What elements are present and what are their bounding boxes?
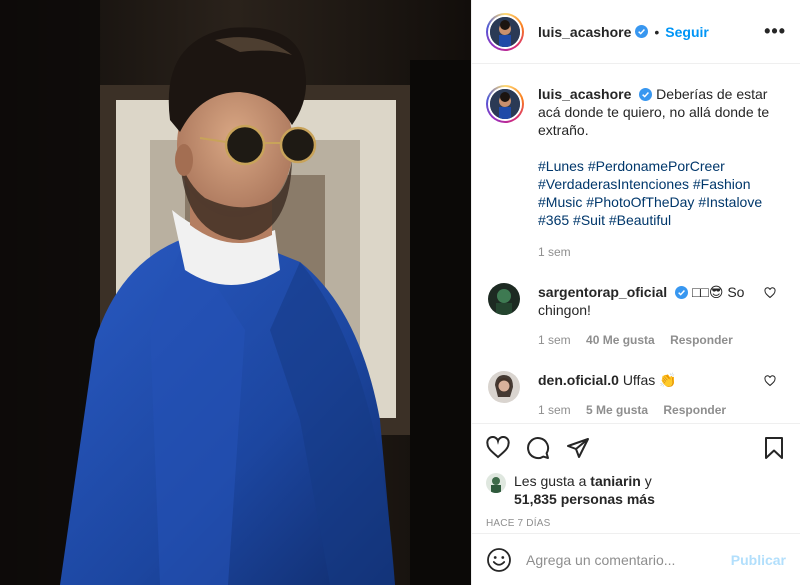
post-photo[interactable] — [0, 0, 471, 585]
caption-avatar[interactable] — [486, 85, 524, 123]
comment-time[interactable]: 1 sem — [538, 403, 571, 417]
post-actions: Les gusta a taniarin y 51,835 personas m… — [472, 423, 800, 529]
commenter-avatar[interactable] — [488, 283, 520, 315]
comment-meta: 1 sem 5 Me gusta Responder — [538, 401, 760, 419]
comment-text: Uffas 👏 — [622, 372, 677, 388]
post-details-panel: luis_acashore • Seguir ••• luis_acashore… — [471, 0, 800, 585]
like-comment-heart-icon[interactable] — [764, 375, 776, 387]
share-paper-plane-icon[interactable] — [566, 436, 590, 460]
comment-bubble-icon[interactable] — [526, 436, 550, 460]
header-separator: • — [654, 23, 660, 40]
verified-badge-icon — [675, 286, 689, 299]
smiley-icon[interactable] — [486, 547, 512, 573]
author-avatar[interactable] — [486, 12, 524, 51]
post-caption: luis_acashore Deberías de estar acá dond… — [486, 85, 786, 261]
comment-body: den.oficial.0 Uffas 👏 1 sem 5 Me gusta R… — [538, 371, 760, 419]
comment-time[interactable]: 1 sem — [538, 333, 571, 347]
caption-username[interactable]: luis_acashore — [538, 86, 631, 102]
verified-badge-icon — [639, 88, 653, 101]
save-bookmark-icon[interactable] — [762, 436, 786, 460]
comment-likes[interactable]: 40 Me gusta — [586, 333, 655, 347]
commenter-avatar[interactable] — [488, 371, 520, 403]
add-comment-bar: Publicar — [472, 533, 800, 585]
comment-body: sargentorap_oficial □□😎 So chingon! 1 se… — [538, 283, 760, 349]
caption-text-block: luis_acashore Deberías de estar acá dond… — [538, 85, 778, 261]
comment-reply-button[interactable]: Responder — [670, 333, 733, 347]
post-photo-illustration — [0, 0, 471, 585]
author-username[interactable]: luis_acashore — [538, 24, 631, 40]
likes-summary: Les gusta a taniarin y 51,835 personas m… — [486, 472, 786, 508]
instagram-post-modal: luis_acashore • Seguir ••• luis_acashore… — [0, 0, 800, 585]
liker-username[interactable]: taniarin — [590, 473, 641, 489]
comment-likes[interactable]: 5 Me gusta — [586, 403, 648, 417]
hashtag-link[interactable]: #365 — [538, 212, 569, 228]
comment-item: sargentorap_oficial □□😎 So chingon! 1 se… — [486, 283, 786, 349]
follow-button[interactable]: Seguir — [665, 24, 709, 40]
comment-meta: 1 sem 40 Me gusta Responder — [538, 331, 760, 349]
hashtag-link[interactable]: #Suit — [573, 212, 605, 228]
post-header: luis_acashore • Seguir ••• — [472, 0, 800, 64]
likes-count-link[interactable]: 51,835 personas más — [514, 491, 655, 507]
like-comment-heart-icon[interactable] — [764, 287, 776, 299]
comment-item: den.oficial.0 Uffas 👏 1 sem 5 Me gusta R… — [486, 371, 786, 419]
comments-section[interactable]: luis_acashore Deberías de estar acá dond… — [472, 65, 800, 423]
commenter-avatar-image — [488, 371, 520, 403]
hashtag-link[interactable]: #Beautiful — [609, 212, 671, 228]
likes-connector: y — [644, 473, 652, 489]
hashtag-link[interactable]: #Music — [538, 194, 582, 210]
caption-hashtags: #Lunes #PerdonamePorCreer #VerdaderasInt… — [538, 157, 778, 229]
likes-text: Les gusta a taniarin y 51,835 personas m… — [514, 472, 655, 508]
commenter-avatar-image — [488, 283, 520, 315]
comment-reply-button[interactable]: Responder — [663, 403, 726, 417]
hashtag-link[interactable]: #Lunes — [538, 158, 584, 174]
hashtag-link[interactable]: #PerdonamePorCreer — [588, 158, 725, 174]
liker-avatar[interactable] — [486, 473, 506, 493]
comment-input[interactable] — [526, 551, 716, 568]
caption-time[interactable]: 1 sem — [538, 243, 778, 261]
hashtag-link[interactable]: #PhotoOfTheDay — [586, 194, 694, 210]
post-date[interactable]: HACE 7 DÍAS — [486, 518, 786, 529]
comment-username[interactable]: den.oficial.0 — [538, 372, 619, 388]
comment-username[interactable]: sargentorap_oficial — [538, 284, 667, 300]
hashtag-link[interactable]: #Fashion — [693, 176, 751, 192]
author-avatar-image — [490, 16, 520, 47]
action-icons-row — [486, 434, 786, 462]
like-heart-icon[interactable] — [486, 436, 510, 460]
caption-avatar-image — [490, 89, 520, 119]
liker-avatar-image — [486, 473, 506, 493]
hashtag-link[interactable]: #Instalove — [698, 194, 762, 210]
verified-badge-icon — [635, 25, 649, 38]
more-options-icon[interactable]: ••• — [764, 21, 786, 42]
publish-button[interactable]: Publicar — [731, 552, 786, 568]
likes-prefix: Les gusta a — [514, 473, 587, 489]
hashtag-link[interactable]: #VerdaderasIntenciones — [538, 176, 689, 192]
